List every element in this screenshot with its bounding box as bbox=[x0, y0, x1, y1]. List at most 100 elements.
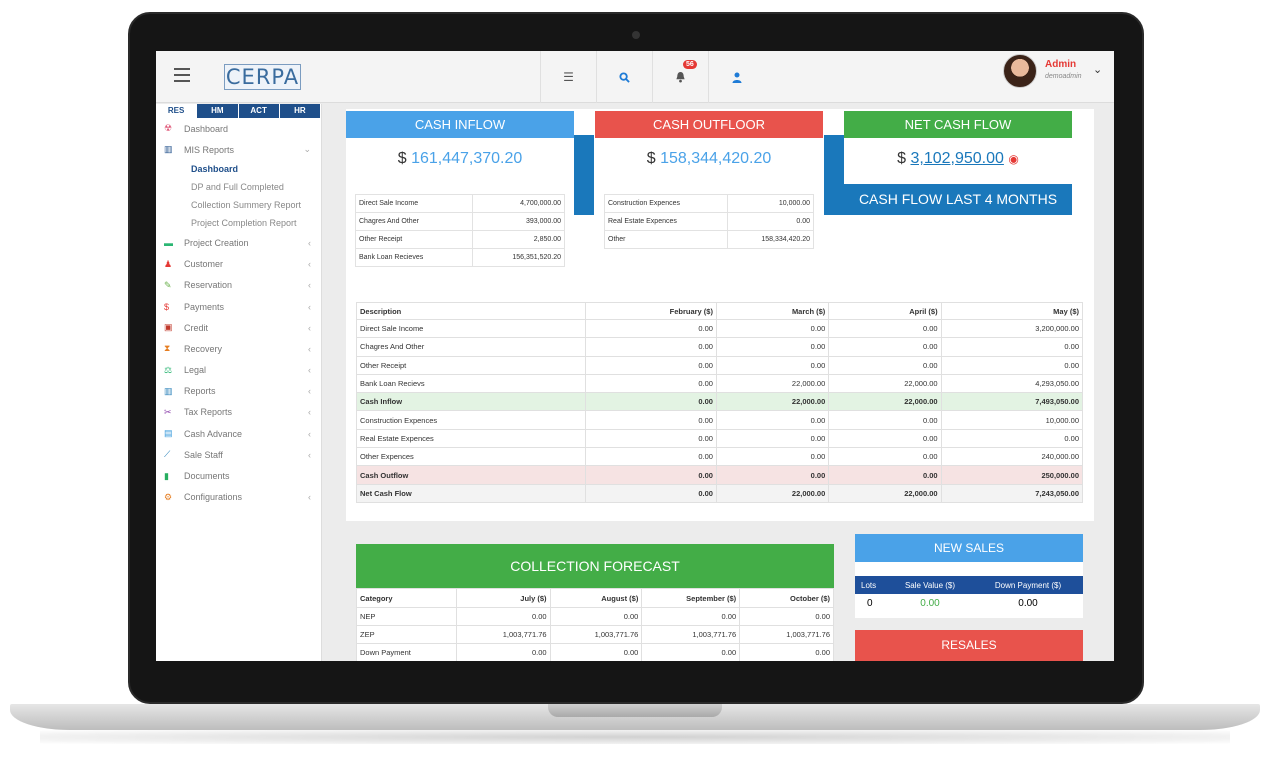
column-header: August ($) bbox=[549, 588, 643, 608]
sidebar-item-documents[interactable]: ▮ Documents bbox=[156, 465, 321, 486]
cell-value: 0.00 bbox=[584, 447, 717, 467]
sidebar-subitem[interactable]: Dashboard bbox=[156, 160, 321, 178]
cell-value: 7,493,050.00 bbox=[940, 392, 1084, 412]
cash-inflow-value: 161,447,370.20 bbox=[411, 150, 523, 167]
cell-value: 0.00 bbox=[828, 447, 942, 467]
tab-hm[interactable]: HM bbox=[197, 104, 239, 118]
chevron-down-icon[interactable]: ⌄ bbox=[1093, 63, 1102, 76]
cell-value: 0.00 bbox=[828, 428, 942, 449]
cell-value: 0.00 bbox=[739, 607, 834, 626]
row-label: Direct Sale Income bbox=[356, 318, 586, 339]
sidebar-item-credit[interactable]: ▣ Credit ‹ bbox=[156, 317, 321, 338]
row-label: Cash Inflow bbox=[356, 392, 586, 412]
sidebar-item-dashboard[interactable]: ☢ Dashboard bbox=[156, 118, 321, 139]
col-sale-value: Sale Value ($) bbox=[904, 580, 956, 590]
tab-res[interactable]: RES bbox=[156, 104, 198, 118]
search-icon[interactable] bbox=[596, 51, 652, 103]
sidebar-item-label: MIS Reports bbox=[184, 144, 235, 155]
sidebar-item-payments[interactable]: $ Payments ‹ bbox=[156, 296, 321, 317]
table-row: NEP 0.00 0.00 0.00 0.00 bbox=[356, 607, 834, 626]
table-row: Bank Loan Recievs 0.00 22,000.00 22,000.00 4… bbox=[356, 373, 1084, 394]
sidebar-item-sale-staff[interactable]: ⟋ Sale Staff ‹ bbox=[156, 444, 321, 465]
cell-value: 0.00 bbox=[828, 337, 942, 357]
cell-value: 0.00 bbox=[455, 643, 551, 661]
col-down-payment: Down Payment ($) bbox=[994, 580, 1062, 590]
sidebar-item-customer[interactable]: ♟ Customer ‹ bbox=[156, 254, 321, 275]
monthly-cash-flow-table: Description February ($) March ($) April ($… bbox=[356, 302, 1084, 503]
dollar-icon: $ bbox=[164, 301, 170, 312]
sidebar-subitem[interactable]: Collection Summery Report bbox=[156, 196, 321, 214]
sidebar-item-recovery[interactable]: ⧗ Recovery ‹ bbox=[156, 338, 321, 359]
column-header: April ($) bbox=[828, 302, 942, 320]
chevron-left-icon: ‹ bbox=[308, 365, 311, 376]
sidebar-item-legal[interactable]: ⚖ Legal ‹ bbox=[156, 360, 321, 381]
sidebar-item-label: Dashboard bbox=[184, 123, 229, 134]
hourglass-icon: ⧗ bbox=[164, 343, 171, 354]
eye-icon[interactable]: ◉ bbox=[1008, 152, 1018, 166]
webcam bbox=[632, 31, 640, 39]
column-header: March ($) bbox=[715, 302, 830, 320]
sidebar-item-label: Reports bbox=[184, 386, 216, 397]
cell-value: 0.00 bbox=[715, 465, 830, 485]
list-icon[interactable]: ☰ bbox=[540, 51, 596, 103]
sidebar-item-reservation[interactable]: ✎ Reservation ‹ bbox=[156, 275, 321, 296]
sidebar-item-label: Payments bbox=[184, 301, 225, 312]
laptop-frame: CERPA ☰ 56 Admin demoadmin ⌄ RES HM ACT bbox=[0, 0, 1266, 760]
accent-stripe bbox=[824, 135, 844, 215]
cash-outfloor-card: CASH OUTFLOOR $ 158,344,420.20 Construct… bbox=[595, 111, 823, 294]
table-row: Cash Outflow 0.00 0.00 0.00 250,000.00 bbox=[356, 465, 1084, 485]
row-value: 393,000.00 bbox=[472, 212, 565, 231]
avatar[interactable] bbox=[1003, 54, 1037, 88]
user-icon[interactable] bbox=[708, 51, 764, 103]
report-icon: ▥ bbox=[164, 385, 173, 396]
sidebar-item-tax-reports[interactable]: ✂ Tax Reports ‹ bbox=[156, 402, 321, 423]
sidebar-subitem[interactable]: Project Completion Report bbox=[156, 214, 321, 232]
row-label: Down Payment bbox=[356, 643, 457, 661]
cell-value: 10,000.00 bbox=[940, 410, 1084, 430]
cell-value: 0.00 bbox=[549, 643, 643, 661]
cash-inflow-amount: $ 161,447,370.20 bbox=[397, 150, 523, 167]
cell-value: 0.00 bbox=[641, 643, 741, 661]
table-row: Bank Loan Recieves 156,351,520.20 bbox=[354, 248, 565, 267]
cell-value: 0.00 bbox=[549, 607, 643, 626]
cash-flow-last-4-months-title: CASH FLOW LAST 4 MONTHS bbox=[844, 184, 1072, 215]
tab-hr[interactable]: HR bbox=[279, 104, 321, 118]
cell-value: 22,000.00 bbox=[715, 373, 830, 394]
app-logo[interactable]: CERPA bbox=[224, 64, 301, 90]
row-label: Bank Loan Recievs bbox=[356, 373, 586, 394]
app-screen: CERPA ☰ 56 Admin demoadmin ⌄ RES HM ACT bbox=[156, 51, 1114, 661]
sidebar-item-label: Credit bbox=[184, 322, 209, 333]
sidebar-item-cash-advance[interactable]: ▤ Cash Advance ‹ bbox=[156, 423, 321, 444]
notification-bell-icon[interactable]: 56 bbox=[652, 51, 708, 103]
cash-outfloor-amount: $ 158,344,420.20 bbox=[646, 150, 772, 167]
sidebar-item-project-creation[interactable]: ▬ Project Creation ‹ bbox=[156, 232, 321, 253]
row-label: Chagres And Other bbox=[354, 212, 474, 231]
sidebar-menu: ☢ Dashboard ▥ MIS Reports ⌄ Dashboard DP and F… bbox=[156, 118, 321, 508]
tab-act[interactable]: ACT bbox=[238, 104, 280, 118]
chevron-left-icon: ‹ bbox=[308, 428, 311, 439]
cell-value: 240,000.00 bbox=[940, 447, 1084, 467]
cell-value: 3,200,000.00 bbox=[940, 318, 1084, 339]
cell-value: 1,003,771.76 bbox=[739, 625, 834, 644]
laptop-shadow bbox=[40, 730, 1230, 744]
net-cash-flow-amount: $ 3,102,950.00 ◉ bbox=[844, 138, 1072, 184]
project-icon: ▬ bbox=[164, 237, 173, 248]
scissors-icon: ✂ bbox=[164, 406, 172, 417]
sidebar-item-label: Recovery bbox=[184, 343, 223, 354]
chevron-left-icon: ‹ bbox=[308, 259, 311, 270]
table-row: Construction Expences 0.00 0.00 0.00 10,000.… bbox=[356, 410, 1084, 430]
sidebar-item-configurations[interactable]: ⚙ Configurations ‹ bbox=[156, 487, 321, 508]
table-row: Direct Sale Income 0.00 0.00 0.00 3,200,000.… bbox=[356, 318, 1084, 339]
user-name[interactable]: Admin bbox=[1045, 59, 1076, 70]
column-header: July ($) bbox=[455, 588, 551, 608]
cell-value: 1,003,771.76 bbox=[641, 625, 741, 644]
user-username: demoadmin bbox=[1045, 73, 1082, 80]
sidebar-subitem[interactable]: DP and Full Completed bbox=[156, 178, 321, 196]
sidebar-item-reports[interactable]: ▥ Reports ‹ bbox=[156, 381, 321, 402]
chevron-left-icon: ‹ bbox=[308, 322, 311, 333]
row-value: 2,850.00 bbox=[472, 230, 565, 249]
net-cash-flow-value[interactable]: 3,102,950.00 bbox=[911, 150, 1004, 167]
hamburger-menu-icon[interactable] bbox=[174, 68, 190, 82]
cash-outfloor-title: CASH OUTFLOOR bbox=[595, 111, 823, 138]
sidebar-item-mis-reports[interactable]: ▥ MIS Reports ⌄ bbox=[156, 139, 321, 160]
